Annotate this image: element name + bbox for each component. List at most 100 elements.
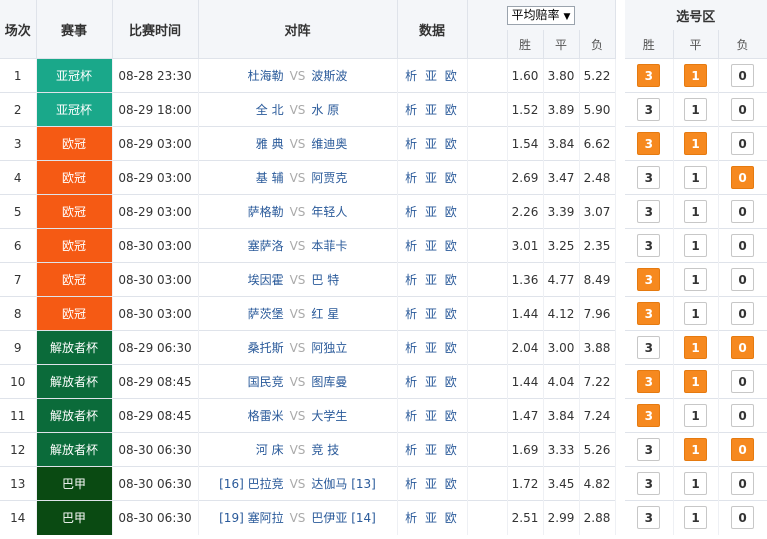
data-links[interactable]: 析 亚 欧 [397,398,468,433]
pick-option-button[interactable]: 3 [637,98,661,121]
pick-option-button[interactable]: 1 [684,472,707,495]
pick-option-button[interactable]: 0 [731,370,754,393]
away-team[interactable]: 大学生 [311,407,381,424]
pick-option-button[interactable]: 0 [731,438,754,461]
away-team[interactable]: 阿独立 [311,339,381,356]
home-team[interactable]: 桑托斯 [214,339,284,356]
away-team[interactable]: 阿贾克 [311,169,381,186]
home-team[interactable]: 河 床 [214,441,284,458]
league-badge[interactable]: 亚冠杯 [36,58,113,93]
pick-option-button[interactable]: 1 [684,64,707,87]
pick-option-button[interactable]: 0 [731,302,754,325]
pick-option-button[interactable]: 1 [684,506,707,530]
data-links[interactable]: 析 亚 欧 [397,160,468,195]
pick-option-button[interactable]: 0 [731,166,754,189]
pick-option-button[interactable]: 1 [684,404,707,427]
pick-option-button[interactable]: 1 [684,370,707,393]
league-badge[interactable]: 欧冠 [36,126,113,161]
pick-option-button[interactable]: 0 [731,200,754,223]
pick-option-button[interactable]: 1 [684,200,707,223]
data-links[interactable]: 析 亚 欧 [397,194,468,229]
league-badge[interactable]: 亚冠杯 [36,92,113,127]
home-team[interactable]: 基 辅 [214,169,284,186]
pick-option-button[interactable]: 1 [684,234,707,257]
pick-option-button[interactable]: 0 [731,506,754,530]
pick-option-button[interactable]: 0 [731,64,754,87]
away-team[interactable]: 图库曼 [311,373,381,390]
pick-option-button[interactable]: 3 [637,166,661,189]
away-team[interactable]: 红 星 [311,305,381,322]
home-team[interactable]: 萨茨堡 [214,305,284,322]
pick-option-button[interactable]: 1 [684,302,707,325]
pick-option-button[interactable]: 3 [637,234,661,257]
data-links[interactable]: 析 亚 欧 [397,330,468,365]
league-badge[interactable]: 巴甲 [36,500,113,535]
pick-option-button[interactable]: 0 [731,98,754,121]
away-team[interactable]: 维迪奥 [311,135,381,152]
home-team[interactable]: 塞萨洛 [214,237,284,254]
data-links[interactable]: 析 亚 欧 [397,296,468,331]
data-links[interactable]: 析 亚 欧 [397,500,468,535]
data-links[interactable]: 析 亚 欧 [397,432,468,467]
data-links[interactable]: 析 亚 欧 [397,126,468,161]
home-team[interactable]: 杜海勒 [214,67,284,84]
away-team[interactable]: 竞 技 [311,441,381,458]
data-links[interactable]: 析 亚 欧 [397,92,468,127]
pick-option-button[interactable]: 0 [731,132,754,155]
home-team[interactable]: 格雷米 [214,407,284,424]
pick-option-button[interactable]: 1 [684,132,707,155]
league-badge[interactable]: 解放者杯 [36,330,113,365]
odds-type-select[interactable]: 平均赔率 ▼ [506,5,576,25]
pick-option-button[interactable]: 1 [684,98,707,121]
league-badge[interactable]: 欧冠 [36,296,113,331]
data-links[interactable]: 析 亚 欧 [397,228,468,263]
pick-option-button[interactable]: 3 [637,64,661,87]
data-links[interactable]: 析 亚 欧 [397,58,468,93]
home-team[interactable]: [16] 巴拉竞 [214,475,283,492]
pick-option-button[interactable]: 3 [637,132,661,155]
pick-option-button[interactable]: 1 [684,166,707,189]
league-badge[interactable]: 解放者杯 [36,432,113,467]
home-team[interactable]: 雅 典 [214,135,284,152]
data-links[interactable]: 析 亚 欧 [397,466,468,501]
away-team[interactable]: 波斯波 [311,67,381,84]
pick-option-button[interactable]: 3 [637,404,661,427]
league-badge[interactable]: 欧冠 [36,194,113,229]
pick-option-button[interactable]: 0 [731,472,754,495]
data-links[interactable]: 析 亚 欧 [397,364,468,399]
data-links[interactable]: 析 亚 欧 [397,262,468,297]
pick-option-button[interactable]: 1 [684,336,707,359]
pick-option-button[interactable]: 1 [684,438,707,461]
pick-option-button[interactable]: 3 [637,200,661,223]
home-team[interactable]: 埃因霍 [214,271,284,288]
away-team[interactable]: 巴伊亚 [14] [311,509,381,526]
away-team[interactable]: 巴 特 [311,271,381,288]
league-badge[interactable]: 解放者杯 [36,364,113,399]
league-badge[interactable]: 欧冠 [36,262,113,297]
pick-option-button[interactable]: 3 [637,370,661,393]
home-team[interactable]: 全 北 [214,101,284,118]
away-team[interactable]: 本菲卡 [311,237,381,254]
away-team[interactable]: 水 原 [311,101,381,118]
away-team[interactable]: 达伽马 [13] [311,475,381,492]
pick-option-button[interactable]: 3 [637,438,661,461]
league-badge[interactable]: 解放者杯 [36,398,113,433]
pick-option-button[interactable]: 0 [731,404,754,427]
league-badge[interactable]: 欧冠 [36,160,113,195]
pick-option-button[interactable]: 0 [731,234,754,257]
home-team[interactable]: [19] 塞阿拉 [214,509,283,526]
pick-option-button[interactable]: 3 [637,302,661,325]
row-index: 6 [0,228,37,263]
home-team[interactable]: 萨格勒 [214,203,284,220]
pick-option-button[interactable]: 3 [637,506,661,530]
home-team[interactable]: 国民竞 [214,373,284,390]
pick-option-button[interactable]: 0 [731,336,754,359]
pick-option-button[interactable]: 1 [684,268,707,291]
pick-option-button[interactable]: 3 [637,268,661,291]
league-badge[interactable]: 欧冠 [36,228,113,263]
pick-option-button[interactable]: 3 [637,336,661,359]
pick-option-button[interactable]: 3 [637,472,661,495]
away-team[interactable]: 年轻人 [311,203,381,220]
league-badge[interactable]: 巴甲 [36,466,113,501]
pick-option-button[interactable]: 0 [731,268,754,291]
